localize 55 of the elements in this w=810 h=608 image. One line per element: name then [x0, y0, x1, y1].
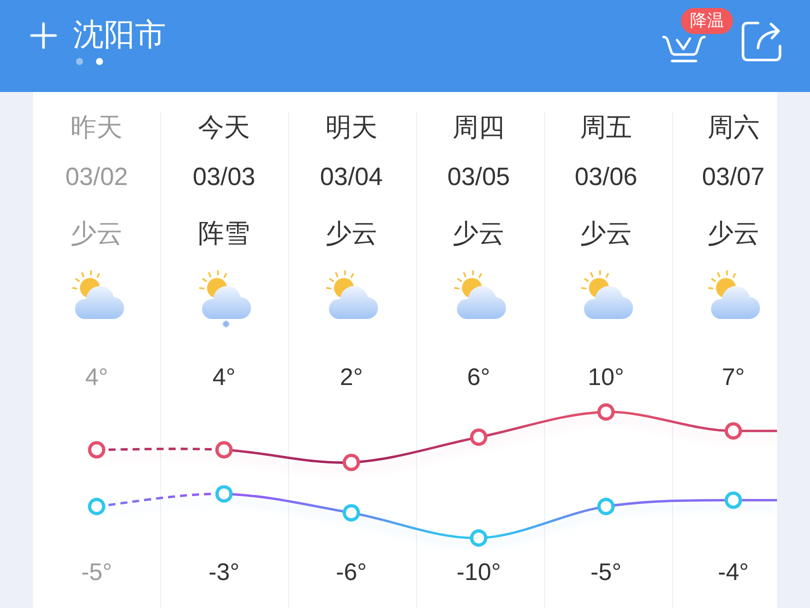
- date-label: 03/03: [192, 162, 256, 193]
- low-temperature: -3°: [208, 558, 240, 588]
- sun-cloud-icon: [70, 270, 124, 320]
- basket-check-icon[interactable]: [662, 35, 706, 63]
- date-label: 03/07: [702, 162, 765, 193]
- high-temperature: 10°: [588, 363, 624, 393]
- sun-cloud-icon: [578, 270, 633, 320]
- low-temperature: -4°: [718, 558, 749, 588]
- sun-cloud-icon: [452, 270, 506, 320]
- day-label: 周六: [707, 111, 760, 144]
- day-label: 今天: [198, 111, 250, 144]
- low-temperature: -10°: [456, 558, 501, 588]
- date-label: 03/06: [574, 162, 638, 193]
- weather-condition: 少云: [325, 217, 378, 250]
- alert-badge: 降温: [681, 8, 733, 34]
- low-temperature: -6°: [336, 558, 367, 588]
- low-temperature-point: [342, 504, 360, 522]
- low-temperature-point: [597, 498, 615, 516]
- date-label: 03/02: [65, 162, 128, 193]
- high-temperature: 4°: [85, 363, 108, 393]
- day-label: 明天: [325, 111, 378, 144]
- high-temperature: 4°: [212, 363, 236, 393]
- low-temperature: -5°: [81, 558, 112, 588]
- high-temperature-point: [342, 454, 360, 472]
- weather-condition: 少云: [452, 217, 505, 250]
- page-dot-icon[interactable]: [76, 58, 83, 65]
- low-temperature-point: [724, 492, 742, 509]
- day-label: 周五: [580, 111, 632, 144]
- day-label: 昨天: [70, 111, 123, 144]
- high-temperature: 6°: [467, 363, 490, 393]
- sun-cloud-snow-icon: [196, 270, 251, 328]
- add-icon[interactable]: [30, 22, 57, 48]
- low-temperature-point: [215, 485, 233, 503]
- low-temperature-point: [88, 498, 106, 516]
- day-label: 周四: [452, 111, 505, 144]
- share-icon[interactable]: [741, 20, 783, 62]
- sun-cloud-icon: [324, 270, 378, 320]
- page-dot-icon[interactable]: [96, 58, 103, 65]
- weather-condition: 少云: [580, 217, 632, 250]
- low-temperature-point: [470, 529, 488, 547]
- weather-condition: 少云: [707, 217, 760, 250]
- high-temperature-point: [470, 428, 488, 446]
- high-temperature-point: [215, 441, 233, 458]
- high-temperature: 2°: [340, 363, 363, 393]
- weather-condition: 阵雪: [198, 217, 250, 250]
- high-temperature: 7°: [722, 363, 745, 393]
- sun-cloud-icon: [706, 270, 760, 320]
- city-name[interactable]: 沈阳市: [73, 17, 166, 53]
- low-temperature: -5°: [590, 558, 622, 588]
- weather-condition: 少云: [70, 217, 123, 250]
- date-label: 03/04: [320, 162, 383, 193]
- date-label: 03/05: [447, 162, 510, 193]
- high-temperature-point: [88, 441, 106, 458]
- high-temperature-point: [597, 403, 615, 421]
- high-temperature-point: [724, 422, 742, 440]
